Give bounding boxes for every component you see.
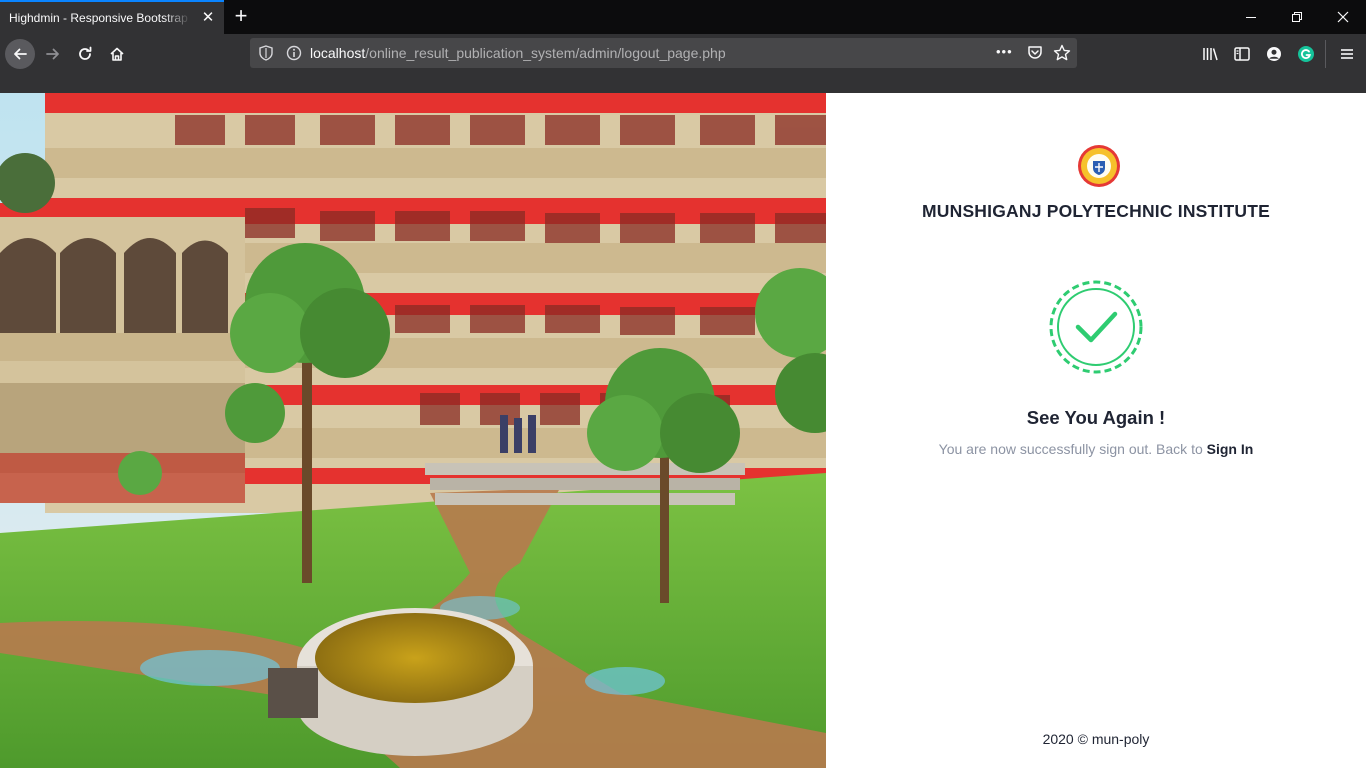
page-actions-menu-icon[interactable]: ••• — [996, 44, 1013, 59]
forward-button[interactable] — [38, 39, 68, 69]
account-icon[interactable] — [1265, 45, 1283, 63]
institute-seal-icon — [1078, 145, 1120, 187]
logout-page: MUNSHIGANJ POLYTECHNIC INSTITUTE See You… — [0, 93, 1366, 768]
logout-message-text: You are now successfully sign out. Back … — [938, 441, 1203, 457]
tab-close-icon[interactable]: ✕ — [200, 10, 216, 26]
browser-toolbar-strip — [0, 74, 1366, 93]
logout-headline: See You Again ! — [1026, 407, 1166, 428]
hamburger-menu-icon[interactable] — [1338, 45, 1356, 63]
arrow-left-icon — [14, 48, 27, 60]
home-button[interactable] — [102, 39, 132, 69]
close-icon — [1337, 11, 1349, 23]
logout-message: You are now successfully sign out. Back … — [826, 441, 1366, 457]
institute-name: MUNSHIGANJ POLYTECHNIC INSTITUTE — [921, 201, 1270, 221]
url-path: /online_result_publication_system/admin/… — [365, 45, 726, 61]
reload-icon — [79, 46, 92, 60]
restore-icon — [1292, 12, 1302, 22]
browser-tab-active[interactable]: Highdmin - Responsive Bootstrap 4 Admin … — [0, 0, 224, 34]
browser-nav-bar: localhost/online_result_publication_syst… — [0, 34, 1366, 74]
minimize-window-button[interactable] — [1228, 0, 1274, 34]
url-text[interactable]: localhost/online_result_publication_syst… — [310, 38, 726, 68]
info-icon[interactable] — [286, 45, 302, 61]
toolbar-divider — [1325, 40, 1326, 68]
bookmark-star-icon[interactable] — [1053, 44, 1071, 62]
reload-button[interactable] — [70, 39, 100, 69]
url-host: localhost — [310, 45, 366, 61]
footer-copyright: 2020 © mun-poly — [1042, 731, 1150, 747]
browser-tab-bar: Highdmin - Responsive Bootstrap 4 Admin … — [0, 0, 1366, 34]
tab-title: Highdmin - Responsive Bootstrap 4 Admin … — [9, 11, 191, 25]
new-tab-button[interactable]: + — [230, 5, 252, 27]
campus-photo — [0, 93, 826, 768]
sign-in-link[interactable]: Sign In — [1207, 441, 1254, 457]
pocket-icon[interactable] — [1026, 44, 1044, 62]
check-circle-icon — [1049, 280, 1143, 374]
home-icon — [110, 47, 124, 61]
campus-building-illustration — [0, 93, 826, 768]
close-window-button[interactable] — [1320, 0, 1366, 34]
url-bar[interactable]: localhost/online_result_publication_syst… — [250, 38, 1077, 68]
logout-panel: MUNSHIGANJ POLYTECHNIC INSTITUTE See You… — [826, 93, 1366, 768]
shield-icon[interactable] — [259, 45, 273, 61]
sidebar-icon[interactable] — [1233, 45, 1251, 63]
back-button[interactable] — [5, 39, 35, 69]
library-icon[interactable] — [1201, 45, 1219, 63]
restore-window-button[interactable] — [1274, 0, 1320, 34]
arrow-right-icon — [46, 48, 59, 60]
minimize-icon — [1246, 17, 1256, 18]
grammarly-extension-icon[interactable] — [1297, 45, 1315, 63]
